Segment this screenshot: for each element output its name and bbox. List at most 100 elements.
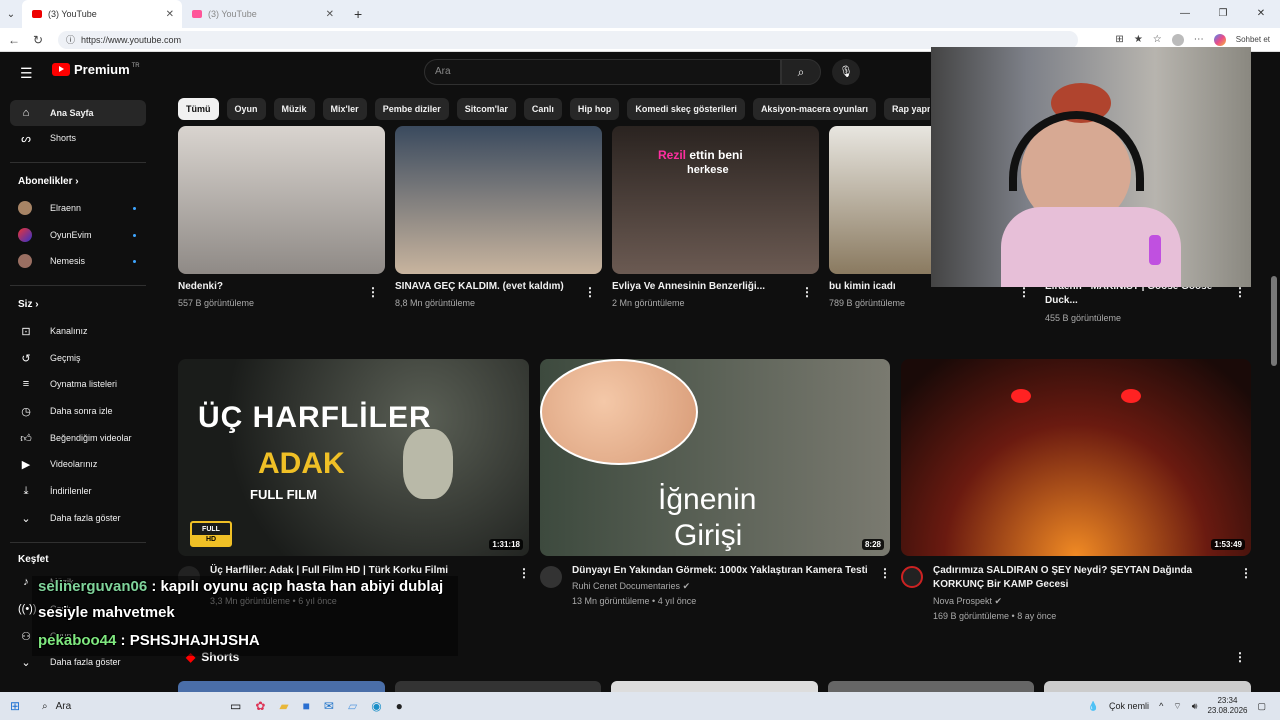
outlook-icon[interactable]: ✉ [324, 699, 334, 713]
you-header[interactable]: Siz › [18, 299, 39, 310]
more-options-icon[interactable]: ⋮ [1234, 285, 1246, 299]
file-explorer-icon[interactable]: ▰ [279, 699, 288, 713]
favorite-star-icon[interactable]: ★ [1134, 34, 1143, 45]
notifications-icon[interactable]: ▢ [1257, 701, 1266, 712]
more-options-icon[interactable]: ⋮ [879, 566, 891, 580]
close-icon[interactable]: ✕ [326, 9, 334, 20]
site-info-icon[interactable]: ⓘ [66, 33, 75, 46]
video-title[interactable]: Çadırımıza SALDIRAN O ŞEY Neydi? ŞEYTAN … [933, 564, 1223, 592]
video-title[interactable]: Dünyayı En Yakından Görmek: 1000x Yaklaş… [572, 564, 872, 578]
subscriptions-header[interactable]: Abonelikler › [18, 176, 79, 187]
more-options-icon[interactable]: ⋮ [1234, 650, 1246, 664]
more-options-icon[interactable]: ⋮ [801, 285, 813, 299]
chip[interactable]: Pembe diziler [374, 98, 449, 120]
sidebar-item-history[interactable]: ↺ Geçmiş [10, 345, 146, 371]
sidebar-item-home[interactable]: ⌂ Ana Sayfa [10, 100, 146, 126]
sidebar-item-show-more[interactable]: ⌄ Daha fazla göster [10, 505, 146, 531]
chip[interactable]: Müzik [273, 98, 315, 120]
sidebar-item-shorts[interactable]: ᔕ Shorts [10, 125, 146, 151]
copilot-app-icon[interactable]: ✿ [255, 699, 265, 713]
new-tab-icon[interactable]: + [354, 6, 362, 22]
clock[interactable]: 23:34 23.08.2026 [1207, 696, 1247, 716]
favorites-icon[interactable]: ☆ [1153, 34, 1162, 45]
chip[interactable]: Komedi skeç gösterileri [627, 98, 745, 120]
url-field[interactable]: ⓘ https://www.youtube.com [58, 30, 1078, 49]
channel-name[interactable]: Ruhi Cenet Documentaries ✔ [572, 579, 690, 593]
video-thumbnail[interactable]: ÜÇ HARFLİLER ADAK FULL FILM FULL HD 1:31:… [178, 359, 529, 556]
sidebar-item-watch-later[interactable]: ◷ Daha sonra izle [10, 398, 146, 424]
app-icon[interactable]: ▱ [348, 699, 357, 713]
copilot-icon[interactable] [1213, 33, 1226, 46]
task-view-icon[interactable]: ▭ [230, 699, 241, 713]
chip[interactable]: Hip hop [569, 98, 620, 120]
volume-icon[interactable]: 🔊︎ [1192, 701, 1198, 712]
video-thumbnail[interactable] [178, 126, 385, 274]
short-thumbnail[interactable] [178, 681, 385, 692]
sohbet-button[interactable]: Sohbet et [1236, 35, 1270, 44]
sidebar-item-liked[interactable]: 👍︎ Beğendiğim videolar [10, 425, 146, 451]
refresh-icon[interactable]: ↻ [28, 33, 48, 47]
video-title[interactable]: SINAVA GEÇ KALDIM. (evet kaldım) [395, 280, 575, 294]
tab-actions-icon[interactable]: ⌄ [0, 9, 22, 20]
more-options-icon[interactable]: ⋮ [1018, 285, 1030, 299]
tab-youtube-active[interactable]: (3) YouTube ✕ [22, 0, 182, 28]
obs-icon[interactable]: ● [396, 699, 403, 713]
more-options-icon[interactable]: ⋮ [367, 285, 379, 299]
search-input[interactable]: Ara [424, 59, 781, 85]
video-title[interactable]: Nedenki? [178, 280, 358, 294]
search-icon[interactable]: ⌕ [781, 59, 821, 85]
sidebar-item-nemesis[interactable]: Nemesis [10, 248, 146, 274]
apps-icon[interactable]: ⊞ [1115, 34, 1123, 45]
menu-icon[interactable]: ☰ [20, 65, 33, 82]
system-tray: 💧 Çok nemli ^ ⌔ 🔊︎ 23:34 23.08.2026 ▢ [1088, 696, 1266, 716]
chip[interactable]: Sitcom'lar [456, 98, 516, 120]
chip[interactable]: Oyun [226, 98, 266, 120]
profile-icon[interactable] [1171, 33, 1184, 46]
sidebar-item-your-videos[interactable]: ▶ Videolarınız [10, 451, 146, 477]
chip[interactable]: Canlı [523, 98, 562, 120]
tab-youtube[interactable]: (3) YouTube ✕ [182, 0, 342, 28]
sidebar-item-channel[interactable]: ⊡ Kanalınız [10, 318, 146, 344]
sidebar-item-downloads[interactable]: ⤓ İndirilenler [10, 478, 146, 504]
channel-avatar[interactable] [540, 566, 562, 588]
taskbar-search[interactable]: ⌕ Ara [42, 701, 71, 712]
chip[interactable]: Rap yapma [883, 98, 930, 120]
short-thumbnail[interactable] [611, 681, 818, 692]
page-scrollbar[interactable] [1268, 52, 1280, 692]
video-title[interactable]: Evliya Ve Annesinin Benzerliği... [612, 280, 792, 294]
minimize-icon[interactable]: — [1166, 0, 1204, 28]
sidebar-item-oyunevim[interactable]: OyunEvim [10, 222, 146, 248]
windows-start-icon[interactable]: ⊞ [10, 699, 26, 713]
video-thumbnail[interactable]: İğnenin Girişi 8:28 [540, 359, 890, 556]
more-options-icon[interactable]: ⋮ [518, 566, 530, 580]
tray-chevron-icon[interactable]: ^ [1159, 701, 1163, 711]
channel-avatar[interactable] [901, 566, 923, 588]
store-icon[interactable]: ■ [303, 699, 310, 713]
sidebar-item-elraenn[interactable]: Elraenn [10, 195, 146, 221]
short-thumbnail[interactable] [1044, 681, 1251, 692]
scroll-thumb[interactable] [1271, 276, 1277, 366]
more-options-icon[interactable]: ⋮ [584, 285, 596, 299]
chip-all[interactable]: Tümü [178, 98, 219, 120]
close-window-icon[interactable]: ✕ [1242, 0, 1280, 28]
close-icon[interactable]: ✕ [166, 9, 174, 20]
chip[interactable]: Mix'ler [322, 98, 367, 120]
network-icon[interactable]: ⌔ [1173, 701, 1181, 712]
video-thumbnail[interactable]: Rezil ettin beni herkese [612, 126, 819, 274]
sidebar-item-playlists[interactable]: ≡ Oynatma listeleri [10, 371, 146, 397]
video-thumbnail[interactable]: 1:53:49 [901, 359, 1251, 556]
chip[interactable]: Aksiyon-macera oyunları [752, 98, 876, 120]
edge-icon[interactable]: ◉ [371, 699, 381, 713]
video-title[interactable]: bu kimin icadı [829, 280, 929, 294]
back-icon[interactable]: ← [4, 33, 24, 47]
youtube-logo[interactable]: Premium TR [52, 62, 140, 77]
search-icon: ⌕ [42, 700, 48, 712]
short-thumbnail[interactable] [827, 681, 1035, 692]
short-thumbnail[interactable] [394, 681, 602, 692]
channel-name[interactable]: Nova Prospekt ✔ [933, 594, 1002, 608]
maximize-icon[interactable]: ❐ [1204, 0, 1242, 28]
video-thumbnail[interactable] [395, 126, 602, 274]
mic-icon[interactable]: 🎙 [832, 59, 860, 85]
more-options-icon[interactable]: ⋮ [1240, 566, 1252, 580]
more-icon[interactable]: ⋯ [1194, 34, 1204, 45]
